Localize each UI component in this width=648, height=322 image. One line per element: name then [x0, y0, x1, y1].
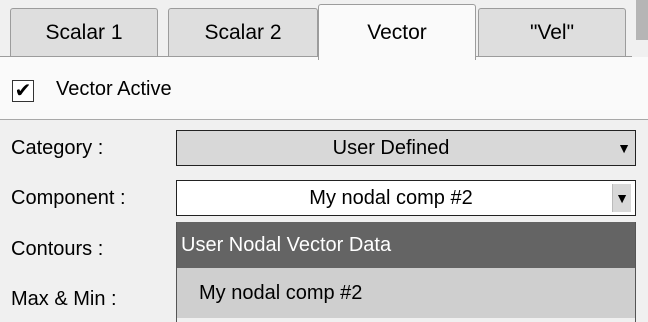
category-dropdown[interactable]: User Defined ▼ — [176, 130, 636, 166]
vector-active-label: Vector Active — [56, 78, 172, 100]
component-value: My nodal comp #2 — [309, 186, 473, 209]
tab-scroll-handle[interactable] — [636, 0, 648, 40]
vector-active-checkbox[interactable]: ✔ — [12, 80, 34, 102]
tab-vector[interactable]: Vector — [318, 4, 476, 60]
tab-scalar-2[interactable]: Scalar 2 — [168, 8, 318, 56]
component-dropdown[interactable]: My nodal comp #2 ▼ — [176, 180, 636, 216]
tab-scalar-1[interactable]: Scalar 1 — [10, 8, 158, 56]
list-item[interactable]: My nodal comp #2 — [177, 268, 635, 318]
component-label: Component : — [11, 187, 126, 209]
tab-bar: Scalar 1 Scalar 2 Vector "Vel" — [0, 0, 648, 60]
list-group-header: User Nodal Vector Data — [177, 222, 635, 268]
tab-vel[interactable]: "Vel" — [478, 8, 626, 56]
max-min-label: Max & Min : — [11, 288, 117, 310]
category-label: Category : — [11, 137, 104, 159]
dropdown-arrow-icon[interactable]: ▼ — [612, 184, 631, 212]
checkmark-icon: ✔ — [14, 80, 32, 102]
contours-label: Contours : — [11, 238, 104, 260]
dropdown-arrow-icon: ▼ — [617, 140, 631, 156]
component-dropdown-list: User Nodal Vector Data My nodal comp #2 — [176, 222, 636, 322]
category-value: User Defined — [332, 136, 450, 159]
